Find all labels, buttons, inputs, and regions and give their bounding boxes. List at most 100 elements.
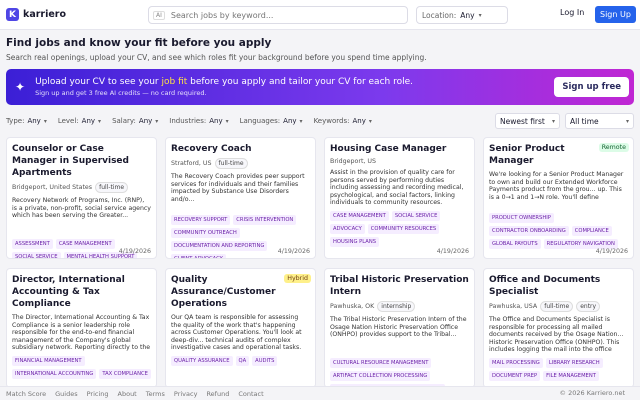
skill-tag: Product Ownership [489, 213, 554, 223]
filter-level[interactable]: Level: Any ▾ [58, 117, 101, 125]
job-meta: Stratford, US full-time [171, 158, 310, 169]
job-meta: Bridgeport, US [330, 158, 469, 165]
skill-tags: Financial Management International Accoun… [12, 356, 151, 379]
job-title[interactable]: Housing Case Manager [330, 143, 469, 155]
skill-tag: Client Advocacy [171, 254, 226, 258]
footer-link[interactable]: Contact [238, 390, 263, 398]
job-card[interactable]: Senior Product Manager Remote We're lookin… [483, 137, 634, 259]
time-select[interactable]: All time ▾ [565, 113, 634, 129]
skill-tags: Case Management Social Service Advocacy Com… [330, 211, 469, 247]
skill-tag: Mail Processing [489, 358, 543, 368]
location-label: Location: [422, 10, 457, 20]
skill-tag: Cultural Resource Management [330, 358, 432, 368]
footer-link[interactable]: Privacy [174, 390, 198, 398]
job-meta: Bridgeport, United States full-time [12, 182, 151, 193]
skill-tag: Community Resources [367, 224, 440, 234]
job-card[interactable]: Director, International Accounting & Tax… [6, 268, 157, 388]
location-value: Any [460, 10, 475, 20]
skill-tag: Compliance [571, 226, 612, 236]
skill-tag: Case Management [330, 211, 389, 221]
skill-tags: Quality Assurance QA Audits [171, 356, 310, 366]
job-description: Our QA team is responsible for assessing… [171, 314, 308, 352]
job-title[interactable]: Tribal Historic Preservation Intern [330, 274, 469, 298]
job-title[interactable]: Senior Product Manager [489, 143, 596, 167]
login-link[interactable]: Log In [560, 8, 584, 17]
location-select[interactable]: Location: Any ▾ [416, 6, 508, 24]
footer-link[interactable]: Terms [146, 390, 165, 398]
job-title[interactable]: Office and Documents Specialist [489, 274, 628, 298]
skill-tag: Financial Management [12, 356, 85, 366]
job-description: Recovery Network of Programs, Inc. (RNP)… [12, 197, 151, 220]
top-bar: K karriero AI Location: Any ▾ Log In Sig… [0, 0, 640, 30]
chevron-down-icon: ▾ [225, 117, 229, 125]
job-title[interactable]: Recovery Coach [171, 143, 310, 155]
job-card[interactable]: Quality Assurance/Customer Operations Hyb… [165, 268, 316, 388]
job-location: Bridgeport, United States [12, 184, 93, 191]
logo-mark-icon: K [6, 8, 19, 21]
skill-tag: Social Service [12, 252, 61, 258]
signup-free-button[interactable]: Sign up free [554, 77, 629, 97]
page-title: Find jobs and know your fit before you a… [6, 37, 272, 49]
chevron-down-icon: ▾ [299, 117, 303, 125]
job-title[interactable]: Counselor or Case Manager in Supervised … [12, 143, 151, 179]
job-card[interactable]: Recovery Coach Stratford, US full-time The … [165, 137, 316, 259]
sort-select[interactable]: Newest first ▾ [495, 113, 560, 129]
job-title[interactable]: Director, International Accounting & Tax… [12, 274, 151, 310]
job-location: Pawhuska, OK [330, 303, 375, 310]
skill-tags: Cultural Resource Management Artifact Col… [330, 358, 469, 387]
search-input[interactable] [170, 10, 391, 20]
job-level-pill: entry [576, 301, 601, 312]
footer-link[interactable]: Refund [206, 390, 229, 398]
footer-link[interactable]: Match Score [6, 390, 46, 398]
work-mode-badge: Remote [598, 143, 629, 152]
skill-tag: Tax Compliance [99, 369, 151, 379]
skill-tag: File Management [543, 371, 599, 381]
cv-upload-banner: ✦ Upload your CV to see your job fit bef… [6, 69, 634, 105]
skill-tags: Mail Processing Library Research Document … [489, 358, 628, 381]
job-card[interactable]: Office and Documents Specialist Pawhuska,… [483, 268, 634, 388]
chevron-down-icon: ▾ [551, 117, 555, 125]
footer-link[interactable]: Pricing [87, 390, 109, 398]
posted-date: 4/19/2026 [118, 248, 151, 255]
footer: Match Score Guides Pricing About Terms P… [0, 386, 640, 400]
skill-tag: Advocacy [330, 224, 365, 234]
chevron-down-icon: ▾ [98, 117, 102, 125]
job-meta: Pawhuska, USA full-time entry [489, 301, 628, 312]
filter-type[interactable]: Type: Any ▾ [6, 117, 47, 125]
skill-tag: Social Service [391, 211, 441, 221]
posted-date: 4/19/2026 [436, 248, 469, 255]
job-card[interactable]: Counselor or Case Manager in Supervised … [6, 137, 157, 259]
logo-text: karriero [23, 9, 67, 20]
skill-tag: International Accounting [12, 369, 97, 379]
footer-link[interactable]: Guides [55, 390, 77, 398]
filter-salary[interactable]: Salary: Any ▾ [112, 117, 158, 125]
job-card[interactable]: Housing Case Manager Bridgeport, US Assist… [324, 137, 475, 259]
job-card[interactable]: Tribal Historic Preservation Intern Pawhu… [324, 268, 475, 388]
skill-tag: Artifact Collection Processing [330, 371, 431, 381]
skill-tag: Crisis Intervention [233, 215, 297, 225]
filter-languages[interactable]: Languages: Any ▾ [240, 117, 303, 125]
job-type-pill: full-time [214, 158, 248, 169]
signup-button[interactable]: Sign Up [595, 6, 636, 23]
skill-tag: Global Payouts [489, 239, 541, 249]
sparkle-icon: ✦ [15, 80, 26, 94]
job-description: We're looking for a Senior Product Manag… [489, 171, 624, 201]
footer-link[interactable]: About [118, 390, 137, 398]
job-title[interactable]: Quality Assurance/Customer Operations [171, 274, 278, 310]
job-description: The Tribal Historic Preservation Intern … [330, 316, 467, 339]
search-box[interactable]: AI [148, 6, 408, 24]
job-type-pill: internship [377, 301, 416, 312]
filter-keywords[interactable]: Keywords: Any ▾ [314, 117, 372, 125]
job-meta: Pawhuska, OK internship [330, 301, 469, 312]
skill-tag: Assessment [12, 239, 53, 249]
logo[interactable]: K karriero [6, 8, 66, 21]
skill-tag: Community Outreach [171, 228, 240, 238]
skill-tags: Product Ownership Contractor Onboarding Co… [489, 213, 628, 249]
posted-date: 4/19/2026 [277, 248, 310, 255]
posted-date: 4/19/2026 [595, 248, 628, 255]
chevron-down-icon: ▾ [43, 117, 47, 125]
skill-tag: Quality Assurance [171, 356, 233, 366]
job-description: The Recovery Coach provides peer support… [171, 173, 305, 203]
job-type-pill: full-time [540, 301, 574, 312]
filter-industries[interactable]: Industries: Any ▾ [169, 117, 228, 125]
